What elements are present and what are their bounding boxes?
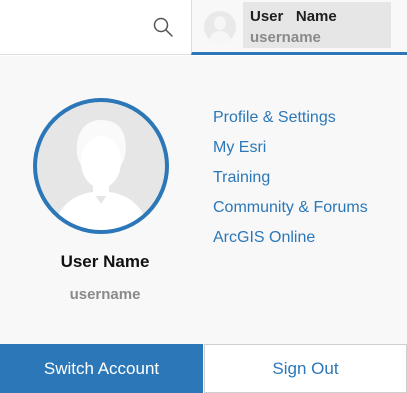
header-user-name: User Name [250, 8, 337, 25]
profile-links: Profile & Settings My Esri Training Comm… [213, 106, 368, 256]
top-bar: User Name username [0, 0, 407, 55]
user-name-box: User Name username [243, 2, 391, 48]
user-menu-trigger[interactable]: User Name username [191, 0, 407, 55]
avatar [204, 11, 236, 43]
switch-account-button[interactable]: Switch Account [0, 344, 203, 393]
user-silhouette-icon [208, 16, 232, 43]
link-my-esri[interactable]: My Esri [213, 136, 368, 166]
header-username: username [250, 29, 321, 46]
sign-out-button[interactable]: Sign Out [204, 344, 407, 393]
user-silhouette-icon [53, 120, 149, 230]
profile-username: username [69, 286, 141, 303]
link-arcgis-online[interactable]: ArcGIS Online [213, 226, 368, 256]
user-dropdown-panel: User Name username Profile & Settings My… [0, 56, 407, 393]
search-button[interactable] [146, 10, 180, 44]
link-training[interactable]: Training [213, 166, 368, 196]
search-icon [153, 17, 173, 37]
profile-avatar [33, 98, 169, 234]
link-community-forums[interactable]: Community & Forums [213, 196, 368, 226]
link-profile-settings[interactable]: Profile & Settings [213, 106, 368, 136]
profile-user-name: User Name [60, 252, 150, 271]
